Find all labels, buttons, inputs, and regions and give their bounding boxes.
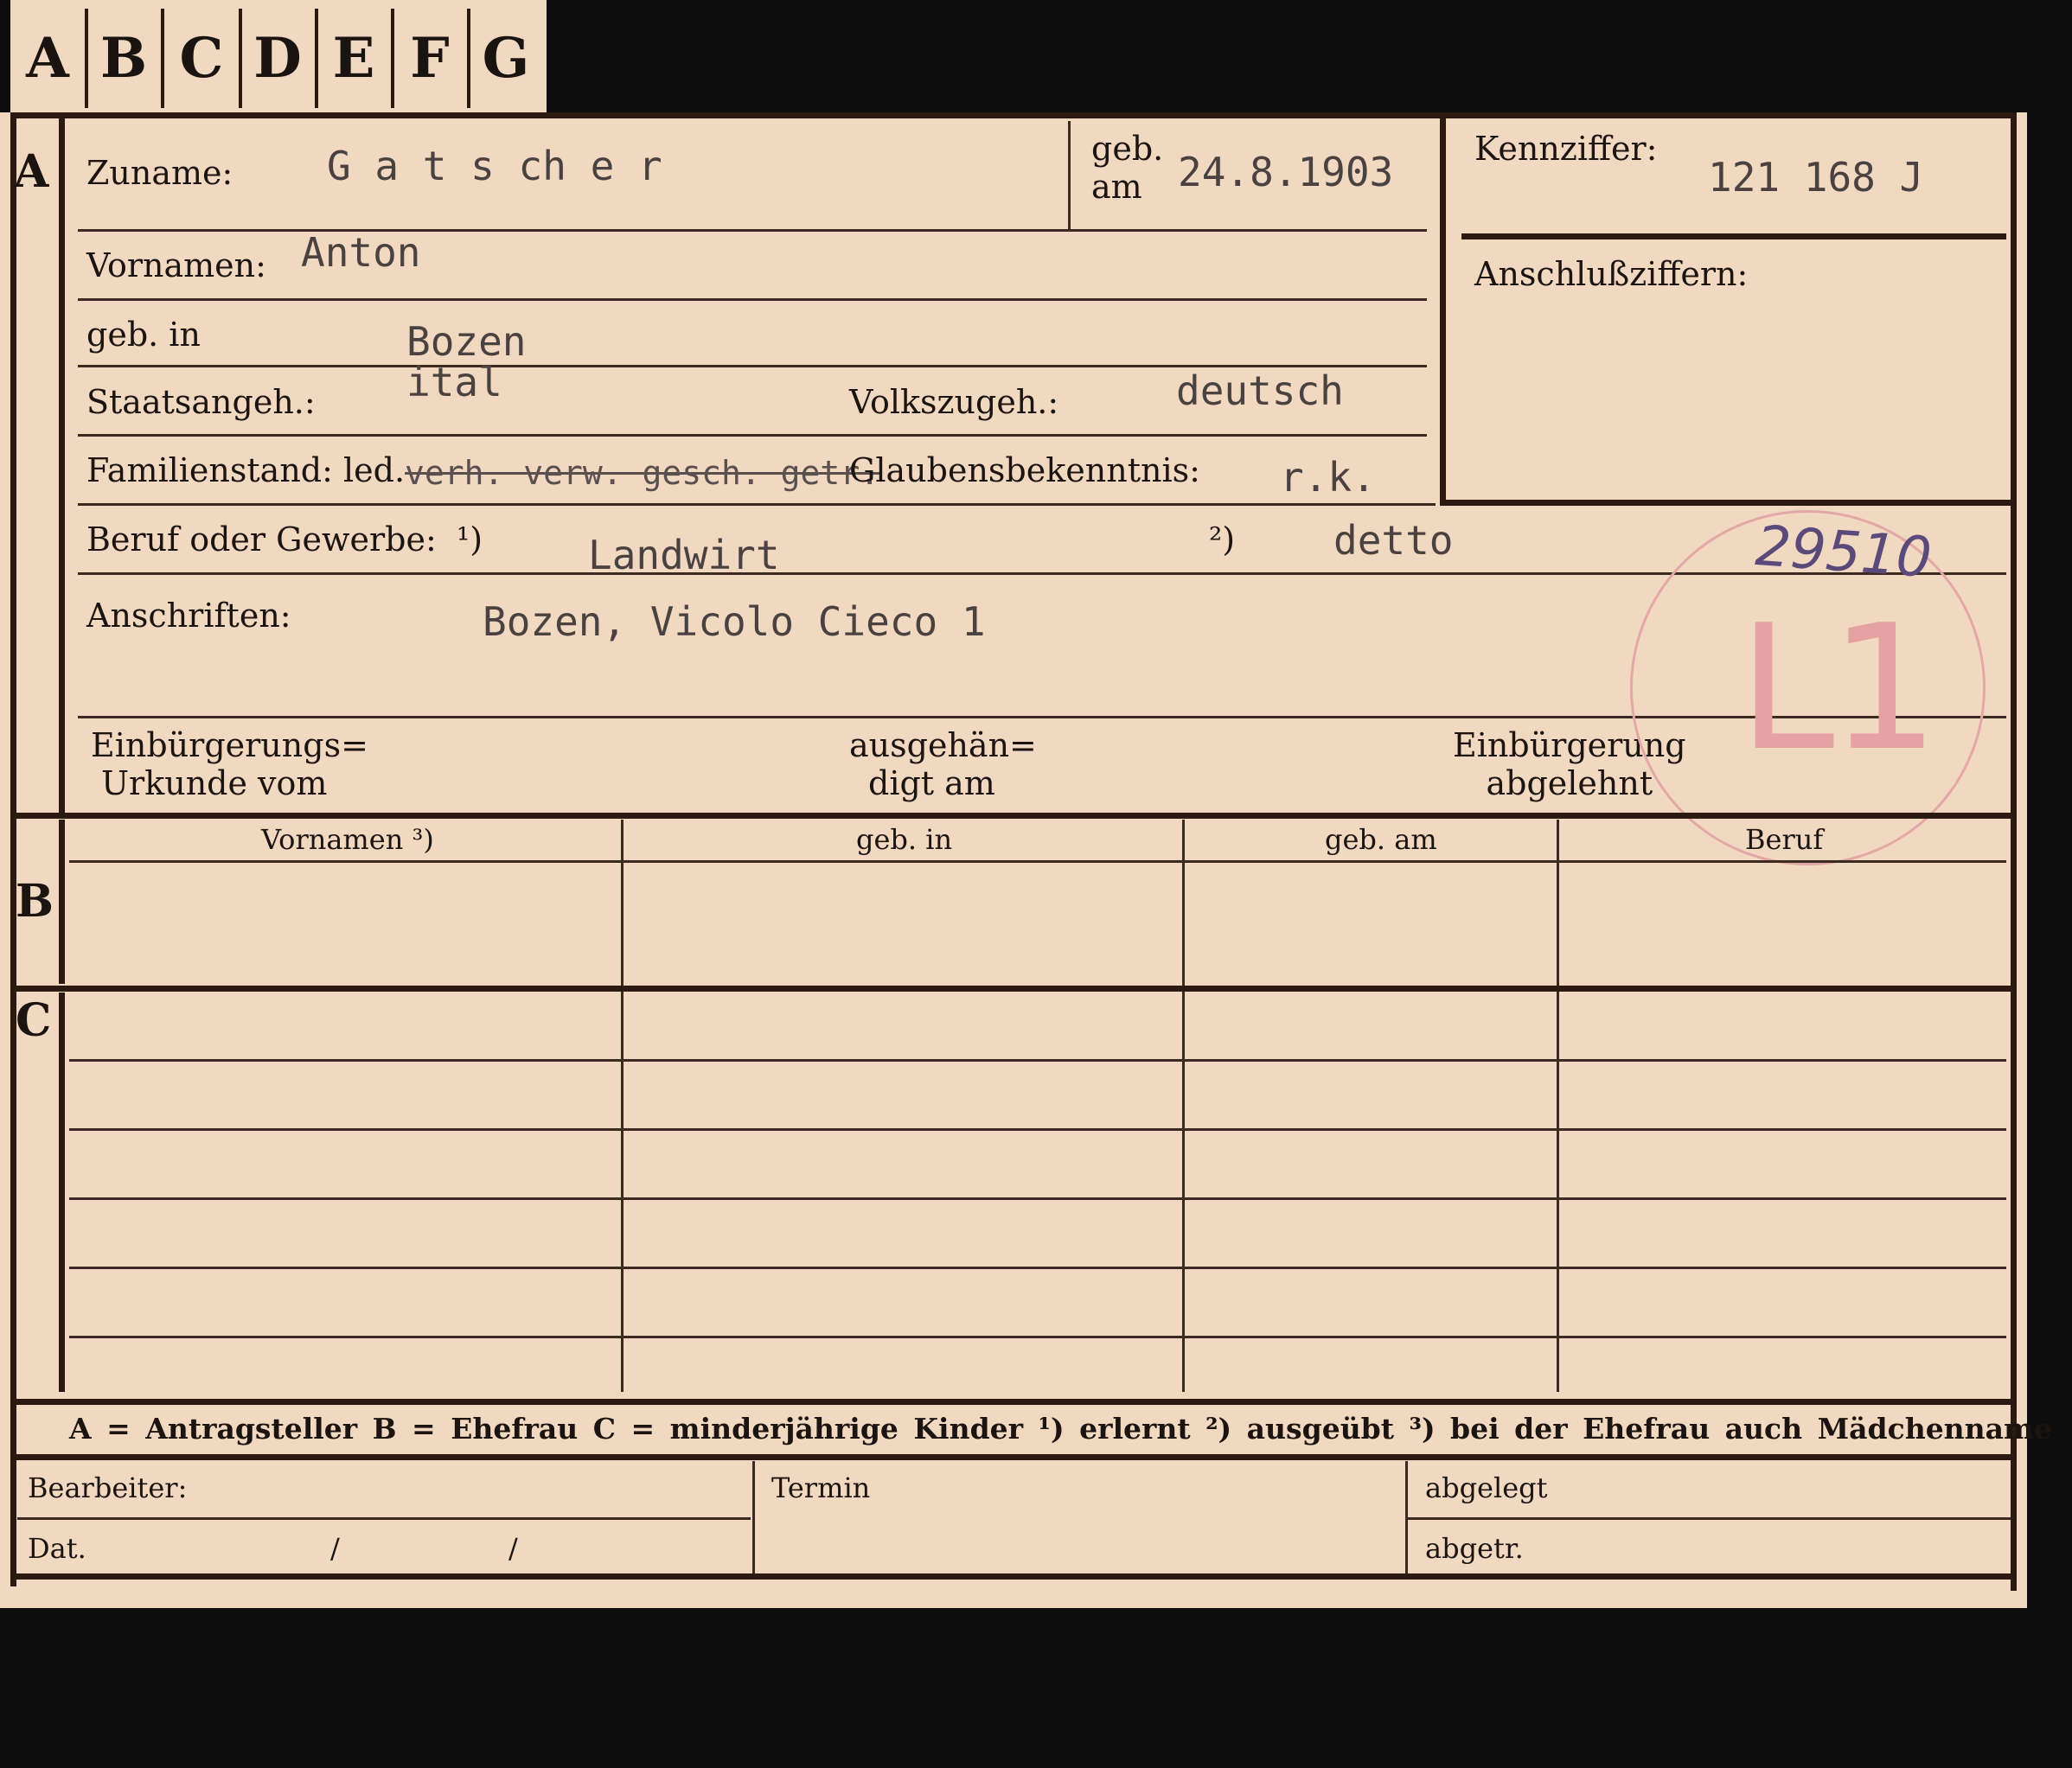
section-a-left-rule xyxy=(59,112,65,813)
column-divider-2 xyxy=(1182,820,1185,1392)
volkszugeh-label: Volkszugeh.: xyxy=(849,383,1059,421)
tab-e[interactable]: E xyxy=(317,9,394,108)
beruf-note-1: ¹) xyxy=(457,520,483,558)
einbuergerung-abgelehnt-line2: abgelehnt xyxy=(1486,764,1653,802)
tab-a[interactable]: A xyxy=(10,9,88,108)
ausgehaendigt-line1: ausgehän= xyxy=(849,726,1037,764)
section-c-left-rule xyxy=(59,993,65,1392)
bearbeiter-rule xyxy=(17,1517,751,1520)
column-divider-1 xyxy=(621,820,624,1392)
anschriften-label: Anschriften: xyxy=(86,597,291,635)
anschriften-value: Bozen, Vicolo Cieco 1 xyxy=(483,598,986,645)
tab-c[interactable]: C xyxy=(164,9,242,108)
legend-text: A = Antragsteller B = Ehefrau C = minder… xyxy=(69,1412,2052,1446)
children-row-rule-4 xyxy=(69,1267,2006,1269)
glaubensbekenntnis-value: r.k. xyxy=(1280,454,1376,501)
rule-5 xyxy=(78,503,1436,506)
abgelegt-rule xyxy=(1405,1517,2011,1520)
beruf-label: Beruf oder Gewerbe: xyxy=(86,520,437,558)
children-row-rule-2 xyxy=(69,1128,2006,1131)
staatsangeh-value: ital xyxy=(406,359,502,405)
rule-1 xyxy=(78,229,1427,232)
section-letter-a: A xyxy=(14,145,49,198)
tab-b[interactable]: B xyxy=(86,9,164,108)
geb-am-value: 24.8.1903 xyxy=(1178,149,1394,195)
geb-in-label: geb. in xyxy=(86,316,201,354)
column-beruf-header: Beruf xyxy=(1745,823,1824,856)
legend-bottom-border xyxy=(10,1454,2015,1460)
einbuergerungsurkunde-line1: Einbürgerungs= xyxy=(91,726,368,764)
section-b-top-border xyxy=(10,813,2015,819)
card-left-border xyxy=(10,112,16,1586)
ausgehaendigt-label: ausgehän= digt am xyxy=(849,726,1037,802)
anschlussziffern-label: Anschlußziffern: xyxy=(1474,255,1749,293)
stamp-code: L1 xyxy=(1738,588,1940,789)
einbuergerungsurkunde-label: Einbürgerungs= Urkunde vom xyxy=(91,726,368,802)
abgetr-label: abgetr. xyxy=(1425,1532,1524,1565)
glaubensbekenntnis-label: Glaubensbekenntnis: xyxy=(849,451,1200,489)
staatsangeh-label: Staatsangeh.: xyxy=(86,383,316,421)
termin-label: Termin xyxy=(771,1471,871,1504)
rule-2 xyxy=(78,298,1427,301)
tab-f[interactable]: F xyxy=(393,9,470,108)
zuname-value: G a t s ch e r xyxy=(327,143,662,189)
rule-4 xyxy=(78,434,1427,437)
handwritten-number: 29510 xyxy=(1753,514,1934,591)
geb-am-label: geb. am xyxy=(1091,130,1163,206)
tab-d[interactable]: D xyxy=(240,9,318,108)
column-geb-am-header: geb. am xyxy=(1325,823,1437,856)
familienstand-struck-options: verh. verw. gesch. getr. xyxy=(405,454,880,492)
beruf-erlernt-value: Landwirt xyxy=(588,532,780,578)
card-top-border xyxy=(10,112,2017,118)
tab-g[interactable]: G xyxy=(469,9,543,108)
column-geb-in-header: geb. in xyxy=(856,823,953,856)
vornamen-value: Anton xyxy=(301,229,421,276)
children-row-rule-3 xyxy=(69,1197,2006,1200)
date-slash-1: / xyxy=(330,1532,340,1565)
bearbeiter-label: Bearbeiter: xyxy=(28,1471,188,1504)
alphabet-tab-strip: A B C D E F G xyxy=(10,0,547,112)
kennziffer-value: 121 168 J xyxy=(1708,154,1924,201)
geb-am-label-line1: geb. xyxy=(1091,130,1164,168)
office-divider-1 xyxy=(752,1461,755,1575)
header-rule xyxy=(69,860,2006,863)
dat-label: Dat. xyxy=(28,1532,86,1565)
beruf-note-2: ²) xyxy=(1209,520,1236,558)
geb-am-label-line2: am xyxy=(1091,168,1142,206)
beruf-ausgeuebt-value: detto xyxy=(1333,517,1454,564)
kennziffer-divider xyxy=(1461,233,2006,239)
children-row-rule-1 xyxy=(69,1059,2006,1062)
column-divider-3 xyxy=(1557,820,1559,1392)
einbuergerungsurkunde-line2: Urkunde vom xyxy=(101,764,328,802)
date-slash-2: / xyxy=(508,1532,518,1565)
column-vornamen-header: Vornamen ³) xyxy=(261,823,434,856)
zuname-label: Zuname: xyxy=(86,154,233,192)
card-bottom-border xyxy=(10,1573,2015,1580)
kennziffer-box-bottom xyxy=(1440,500,2011,506)
section-letter-c: C xyxy=(16,994,52,1047)
children-row-rule-5 xyxy=(69,1336,2006,1338)
kennziffer-box-left xyxy=(1440,112,1446,506)
ausgehaendigt-line2: digt am xyxy=(868,764,995,802)
section-b-left-rule xyxy=(59,820,65,984)
section-c-top-border xyxy=(10,986,2015,992)
geb-in-value: Bozen xyxy=(406,318,527,365)
vornamen-label: Vornamen: xyxy=(86,246,266,284)
abgelegt-label: abgelegt xyxy=(1425,1471,1548,1504)
familienstand-label: Familienstand: led. xyxy=(86,451,406,489)
geb-am-divider xyxy=(1068,121,1071,229)
card-right-border xyxy=(2011,112,2017,1591)
kennziffer-label: Kennziffer: xyxy=(1474,130,1658,168)
section-letter-b: B xyxy=(16,875,54,928)
legend-top-border xyxy=(10,1399,2015,1405)
volkszugeh-value: deutsch xyxy=(1176,367,1344,414)
